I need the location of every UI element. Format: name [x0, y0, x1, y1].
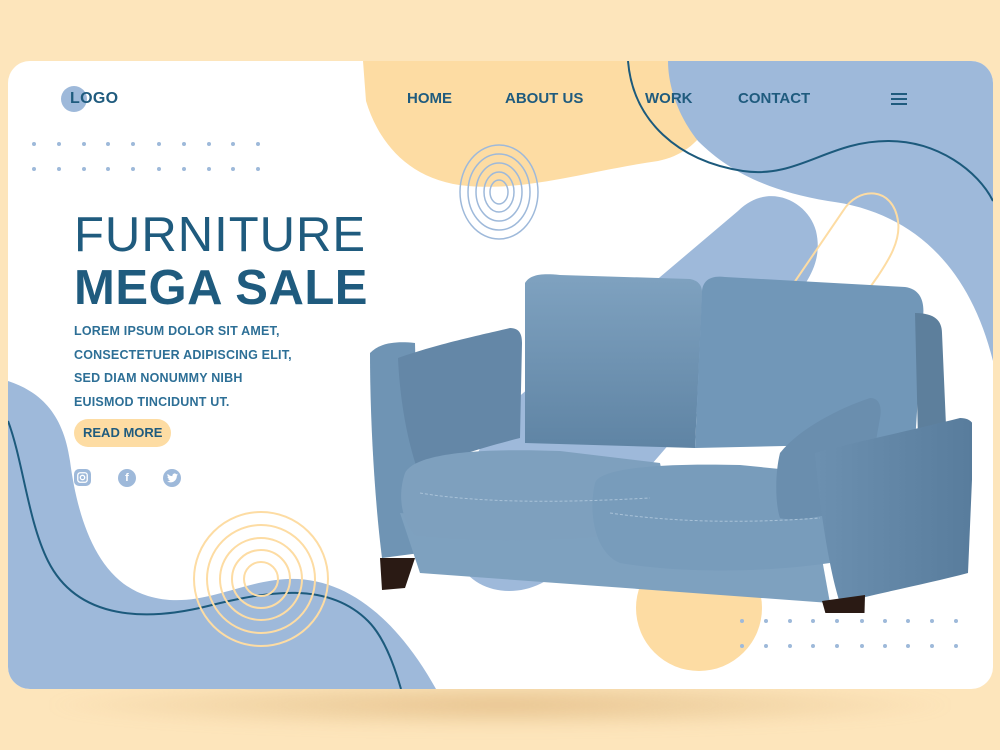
- nav-item-about-us[interactable]: ABOUT US: [505, 90, 583, 107]
- twitter-glyph: [166, 473, 178, 483]
- sofa-back-cushion-left: [525, 274, 703, 448]
- hero-description: LOREM IPSUM DOLOR SIT AMET, CONSECTETUER…: [74, 320, 292, 414]
- twitter-icon[interactable]: [163, 469, 181, 487]
- menu-bar: [891, 103, 907, 105]
- nav-item-work[interactable]: WORK: [645, 90, 693, 107]
- sofa-leg: [380, 558, 415, 590]
- menu-bar: [891, 98, 907, 100]
- description-line: LOREM IPSUM DOLOR SIT AMET,: [74, 324, 280, 338]
- hero-title: FURNITURE MEGA SALE: [74, 209, 368, 315]
- nav-item-contact[interactable]: CONTACT: [738, 90, 810, 107]
- nav-item-home[interactable]: HOME: [407, 90, 452, 107]
- description-line: EUISMOD TINCIDUNT UT.: [74, 394, 230, 409]
- sofa-throw-pillow-left: [398, 328, 522, 471]
- hero-title-line-1: FURNITURE: [74, 208, 367, 262]
- description-line: CONSECTETUER ADIPISCING ELIT,: [74, 347, 292, 362]
- sofa-back-cushion-right: [695, 276, 924, 448]
- sofa-product-image: [370, 274, 972, 613]
- landing-page-card: LOGO HOME ABOUT US WORK CONTACT FURNITUR…: [8, 61, 993, 689]
- dot-grid-top-left: [32, 142, 260, 171]
- dot-grid-bottom-right: [740, 619, 958, 648]
- hamburger-menu-icon[interactable]: [891, 93, 907, 105]
- facebook-icon[interactable]: f: [118, 469, 136, 487]
- facebook-glyph: f: [125, 472, 129, 484]
- peach-blob-top: [363, 61, 716, 187]
- read-more-button[interactable]: READ MORE: [74, 419, 172, 447]
- menu-bar: [891, 93, 907, 95]
- hero-title-line-2: MEGA SALE: [74, 261, 368, 315]
- instagram-glyph: [77, 472, 88, 483]
- description-line: SED DIAM NONUMMY NIBH: [74, 371, 243, 385]
- logo-text: LOGO: [70, 90, 119, 107]
- instagram-icon[interactable]: [74, 469, 91, 486]
- logo[interactable]: LOGO: [61, 86, 118, 112]
